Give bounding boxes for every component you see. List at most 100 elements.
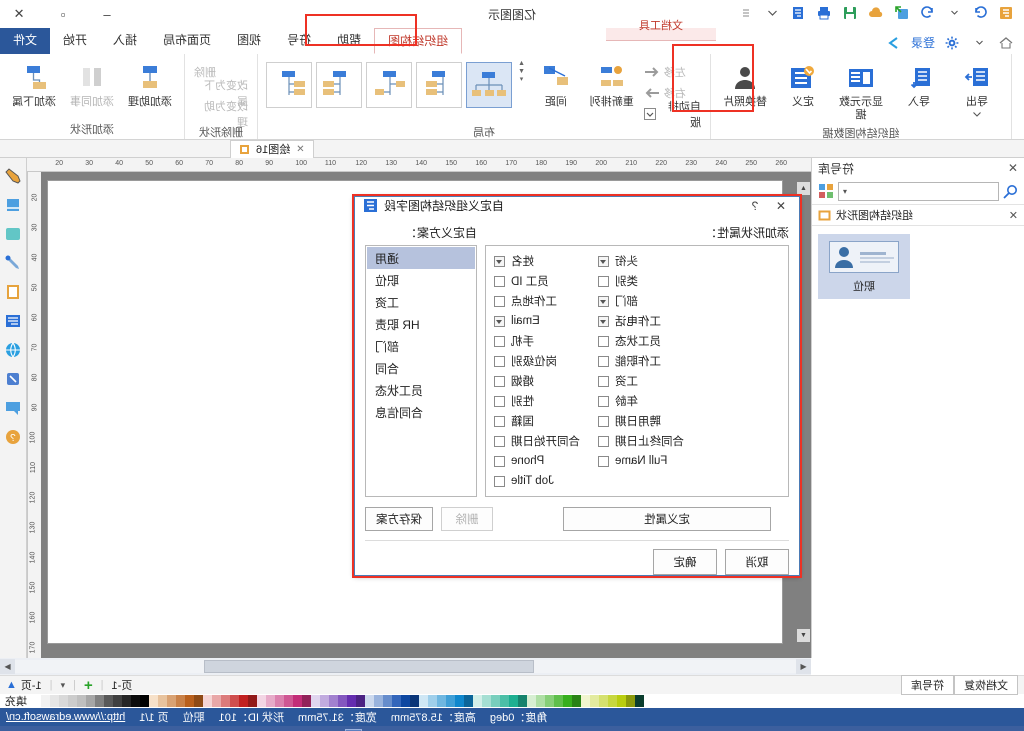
- attribute-checkbox[interactable]: [598, 395, 609, 407]
- shape-item-position[interactable]: 职位: [818, 234, 910, 299]
- color-swatch[interactable]: [473, 695, 482, 707]
- gallery-scroll-up-icon[interactable]: ▲: [518, 60, 525, 68]
- cancel-button[interactable]: 取消: [725, 549, 789, 575]
- color-swatch[interactable]: [212, 695, 221, 707]
- library-icon[interactable]: [818, 183, 834, 199]
- attribute-item[interactable]: 工资: [598, 372, 684, 390]
- auto-layout-button[interactable]: 自动排版: [641, 101, 704, 129]
- pin-icon[interactable]: [239, 144, 250, 155]
- attribute-checkbox[interactable]: [494, 335, 505, 347]
- tab-insert[interactable]: 插入: [100, 28, 150, 54]
- color-swatch[interactable]: [311, 695, 320, 707]
- symbol-library-close-icon[interactable]: ✕: [1009, 209, 1018, 222]
- tab-document-recovery[interactable]: 文档恢复: [954, 675, 1018, 695]
- customize-qat-icon[interactable]: [763, 3, 782, 22]
- help-icon[interactable]: ?: [3, 427, 23, 447]
- attribute-item[interactable]: Email: [494, 312, 580, 330]
- attribute-checkbox[interactable]: [598, 375, 609, 387]
- symbol-library-row[interactable]: 组织结构图形状 ✕: [812, 204, 1024, 226]
- color-swatch[interactable]: [284, 695, 293, 707]
- scheme-list-item[interactable]: 工资: [367, 291, 475, 313]
- color-swatch[interactable]: [446, 695, 455, 707]
- scheme-list[interactable]: 通用 职位 工资 HR 职责 部门 合同 员工状态 合同信息: [365, 245, 477, 497]
- attribute-checkbox[interactable]: [494, 355, 505, 367]
- color-swatch[interactable]: [32, 695, 41, 707]
- attribute-item[interactable]: 婚姻: [494, 372, 580, 390]
- attribute-item[interactable]: 手机: [494, 332, 580, 350]
- color-swatch[interactable]: [365, 695, 374, 707]
- attribute-checkbox[interactable]: [494, 415, 505, 427]
- tab-home[interactable]: 开始: [50, 28, 100, 54]
- gallery-expand-icon[interactable]: ▾: [518, 76, 525, 84]
- pen-icon[interactable]: [3, 166, 23, 186]
- layout-gallery-scroller[interactable]: ▲ ▼ ▾: [518, 60, 525, 84]
- tab-page-layout[interactable]: 页面布局: [150, 28, 224, 54]
- tab-file[interactable]: 文件: [0, 28, 51, 54]
- attribute-checkbox[interactable]: [494, 435, 505, 447]
- color-swatch[interactable]: [104, 695, 113, 707]
- color-swatch[interactable]: [50, 695, 59, 707]
- tab-org-chart[interactable]: 组织结构图: [374, 28, 463, 54]
- attribute-item[interactable]: Full Name: [598, 452, 684, 470]
- color-swatch[interactable]: [590, 695, 599, 707]
- rearrange-button[interactable]: 重新排列: [585, 60, 639, 112]
- page-nav-arrow-icon[interactable]: ▲: [6, 679, 17, 691]
- color-swatch[interactable]: [167, 695, 176, 707]
- page-icon[interactable]: [3, 282, 23, 302]
- color-swatch[interactable]: [77, 695, 86, 707]
- cloud-icon[interactable]: [867, 3, 886, 22]
- save-scheme-button[interactable]: 保存方案: [365, 507, 433, 531]
- dialog-help-button[interactable]: ?: [745, 199, 765, 213]
- attribute-checkbox[interactable]: [494, 375, 505, 387]
- color-swatch[interactable]: [563, 695, 572, 707]
- symbol-search-input[interactable]: ▾: [838, 181, 999, 201]
- scheme-list-item[interactable]: 职位: [367, 269, 475, 291]
- attribute-checkbox[interactable]: [598, 435, 609, 447]
- attribute-item[interactable]: 类别: [598, 272, 684, 290]
- color-swatch[interactable]: [401, 695, 410, 707]
- attribute-item[interactable]: 国籍: [494, 412, 580, 430]
- color-swatch[interactable]: [239, 695, 248, 707]
- color-swatch[interactable]: [572, 695, 581, 707]
- show-metadata-button[interactable]: 显示元数据: [833, 60, 889, 125]
- attribute-checkbox[interactable]: [598, 275, 609, 287]
- scheme-list-item[interactable]: 合同: [367, 357, 475, 379]
- color-swatch[interactable]: [554, 695, 563, 707]
- color-swatch[interactable]: [113, 695, 122, 707]
- color-swatch[interactable]: [347, 695, 356, 707]
- home-icon[interactable]: [997, 33, 1016, 52]
- color-swatch[interactable]: [41, 695, 50, 707]
- attribute-dropdown-icon[interactable]: [598, 295, 609, 307]
- color-swatch[interactable]: [464, 695, 473, 707]
- color-swatch[interactable]: [608, 695, 617, 707]
- define-attribute-button[interactable]: 定义属性: [563, 507, 771, 531]
- attribute-checkbox[interactable]: [598, 335, 609, 347]
- color-swatch[interactable]: [428, 695, 437, 707]
- color-swatch[interactable]: [392, 695, 401, 707]
- color-swatch[interactable]: [185, 695, 194, 707]
- tab-help[interactable]: 帮助: [324, 28, 374, 54]
- attribute-item[interactable]: 工作地点: [494, 292, 580, 310]
- horizontal-scrollbar[interactable]: ▶ ◀: [0, 658, 1024, 675]
- save-icon[interactable]: [841, 3, 860, 22]
- scheme-list-item[interactable]: 合同信息: [367, 401, 475, 423]
- attribute-checkbox[interactable]: [598, 355, 609, 367]
- color-swatch[interactable]: [509, 695, 518, 707]
- attribute-item[interactable]: 合同终止日期: [598, 432, 684, 450]
- layout-option-left-hanging[interactable]: [266, 62, 313, 108]
- login-link[interactable]: 登录: [911, 34, 935, 51]
- redo-icon[interactable]: [971, 3, 990, 22]
- attribute-item[interactable]: 年龄: [598, 392, 684, 410]
- page-tab-label[interactable]: 页-1: [112, 677, 133, 693]
- color-swatch[interactable]: [518, 695, 527, 707]
- attribute-checkbox[interactable]: [494, 395, 505, 407]
- color-swatch[interactable]: [635, 695, 644, 707]
- ok-button[interactable]: 确定: [653, 549, 717, 575]
- fill-icon[interactable]: [3, 224, 23, 244]
- scheme-list-item[interactable]: 通用: [367, 247, 475, 269]
- color-swatch[interactable]: [338, 695, 347, 707]
- layout-option-both-hanging[interactable]: [366, 62, 413, 108]
- attribute-checkbox[interactable]: [494, 275, 505, 287]
- attribute-item[interactable]: 员工状态: [598, 332, 684, 350]
- print-icon[interactable]: [815, 3, 834, 22]
